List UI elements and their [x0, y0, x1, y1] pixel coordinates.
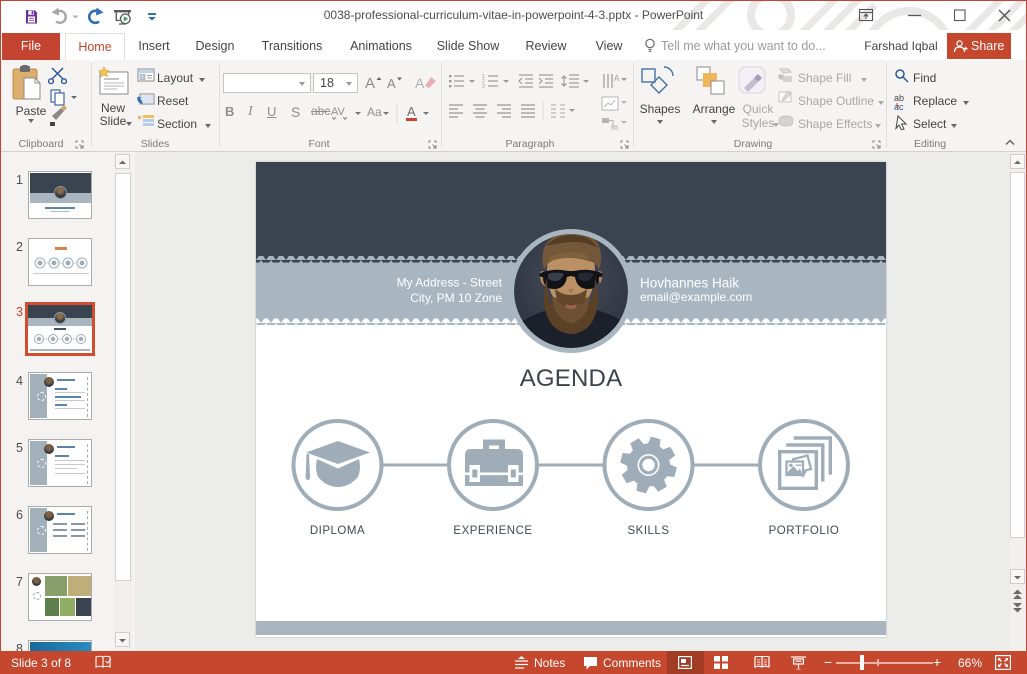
svg-text:Hovhannes Haik: Hovhannes Haik — [640, 276, 739, 291]
svg-text:email@example.com: email@example.com — [640, 290, 752, 304]
svg-text:ac: ac — [894, 102, 904, 112]
svg-text:My Address - Street: My Address - Street — [397, 276, 503, 290]
svg-text:DIPLOMA: DIPLOMA — [310, 525, 365, 537]
svg-text:A: A — [407, 104, 416, 119]
svg-text:Aa: Aa — [367, 105, 382, 119]
svg-text:A: A — [365, 75, 375, 92]
svg-text:SKILLS: SKILLS — [628, 525, 670, 537]
svg-text:EXPERIENCE: EXPERIENCE — [453, 525, 532, 537]
svg-text:PORTFOLIO: PORTFOLIO — [769, 525, 840, 537]
svg-text:City, PM 10 Zone: City, PM 10 Zone — [410, 291, 502, 305]
svg-text:3: 3 — [482, 84, 485, 90]
svg-text:A: A — [415, 75, 425, 91]
svg-text:AGENDA: AGENDA — [520, 365, 623, 392]
svg-text:A: A — [614, 74, 620, 83]
svg-text:A: A — [387, 76, 396, 91]
svg-text:AV: AV — [331, 106, 346, 118]
